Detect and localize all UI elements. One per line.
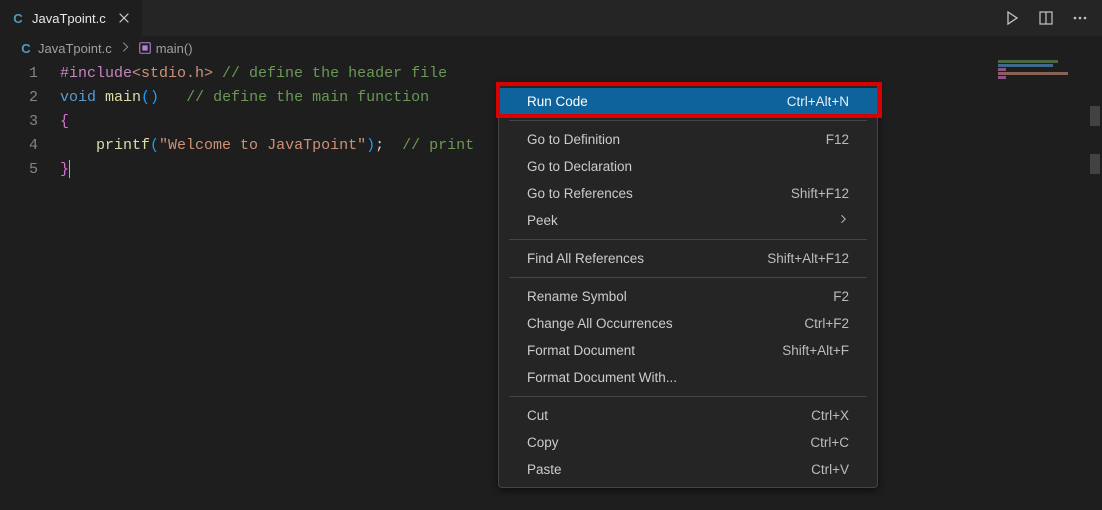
context-menu: Run CodeCtrl+Alt+NGo to DefinitionF12Go … (498, 83, 878, 488)
menu-item-label: Go to Declaration (527, 159, 632, 174)
menu-item-label: Change All Occurrences (527, 316, 673, 331)
tab-bar: C JavaTpoint.c (0, 0, 1102, 36)
line-number: 1 (0, 62, 38, 86)
run-icon[interactable] (1004, 10, 1020, 26)
menu-item-rename-symbol[interactable]: Rename Symbol F2 (499, 283, 877, 310)
menu-item-shortcut: Shift+Alt+F12 (767, 251, 849, 266)
line-number: 4 (0, 134, 38, 158)
c-file-icon: C (10, 10, 26, 26)
menu-item-label: Copy (527, 435, 559, 450)
menu-item-shortcut: Ctrl+F2 (804, 316, 849, 331)
menu-separator (509, 120, 867, 121)
function-icon (138, 41, 152, 55)
menu-item-change-all-occurrences[interactable]: Change All Occurrences Ctrl+F2 (499, 310, 877, 337)
menu-item-go-to-declaration[interactable]: Go to Declaration (499, 153, 877, 180)
menu-item-label: Paste (527, 462, 562, 477)
menu-item-format-document-with[interactable]: Format Document With... (499, 364, 877, 391)
tabbar-actions (1004, 10, 1094, 26)
menu-item-label: Go to References (527, 186, 633, 201)
menu-item-label: Cut (527, 408, 548, 423)
menu-item-copy[interactable]: Copy Ctrl+C (499, 429, 877, 456)
menu-item-find-all-references[interactable]: Find All References Shift+Alt+F12 (499, 245, 877, 272)
menu-item-label: Find All References (527, 251, 644, 266)
line-number: 5 (0, 158, 38, 182)
menu-item-label: Go to Definition (527, 132, 620, 147)
menu-item-shortcut: F2 (833, 289, 849, 304)
menu-separator (509, 239, 867, 240)
menu-item-shortcut: Ctrl+Alt+N (787, 94, 849, 109)
line-number-gutter: 1 2 3 4 5 (0, 62, 60, 182)
menu-item-cut[interactable]: Cut Ctrl+X (499, 402, 877, 429)
vertical-scrollbar[interactable] (1088, 36, 1102, 510)
menu-item-label: Run Code (527, 94, 588, 109)
more-actions-icon[interactable] (1072, 10, 1088, 26)
menu-separator (509, 396, 867, 397)
scrollbar-thumb[interactable] (1090, 154, 1100, 174)
menu-item-label: Peek (527, 213, 558, 228)
breadcrumb-function: main() (156, 41, 193, 56)
menu-item-paste[interactable]: Paste Ctrl+V (499, 456, 877, 483)
menu-item-format-document[interactable]: Format Document Shift+Alt+F (499, 337, 877, 364)
menu-item-shortcut: Ctrl+V (811, 462, 849, 477)
chevron-right-icon (116, 40, 134, 57)
tab-javatpoint-c[interactable]: C JavaTpoint.c (0, 0, 143, 36)
scrollbar-thumb[interactable] (1090, 106, 1100, 126)
breadcrumb[interactable]: C JavaTpoint.c main() (0, 36, 1102, 60)
text-cursor (69, 160, 70, 178)
menu-item-shortcut: F12 (826, 132, 849, 147)
menu-item-label: Format Document (527, 343, 635, 358)
menu-item-go-to-definition[interactable]: Go to Definition F12 (499, 126, 877, 153)
menu-item-shortcut: Ctrl+C (810, 435, 849, 450)
menu-separator (509, 277, 867, 278)
split-editor-icon[interactable] (1038, 10, 1054, 26)
minimap[interactable] (998, 60, 1078, 100)
line-number: 3 (0, 110, 38, 134)
close-icon[interactable] (116, 10, 132, 26)
menu-item-go-to-references[interactable]: Go to References Shift+F12 (499, 180, 877, 207)
menu-item-run-code[interactable]: Run Code Ctrl+Alt+N (499, 88, 877, 115)
menu-item-label: Format Document With... (527, 370, 677, 385)
menu-item-peek[interactable]: Peek (499, 207, 877, 234)
chevron-right-icon (837, 213, 849, 228)
breadcrumb-file: JavaTpoint.c (38, 41, 112, 56)
menu-item-shortcut: Shift+F12 (791, 186, 849, 201)
menu-item-label: Rename Symbol (527, 289, 627, 304)
c-file-icon: C (18, 41, 34, 56)
tabs: C JavaTpoint.c (0, 0, 143, 36)
menu-item-shortcut: Ctrl+X (811, 408, 849, 423)
menu-item-shortcut: Shift+Alt+F (782, 343, 849, 358)
line-number: 2 (0, 86, 38, 110)
tab-label: JavaTpoint.c (32, 11, 106, 26)
